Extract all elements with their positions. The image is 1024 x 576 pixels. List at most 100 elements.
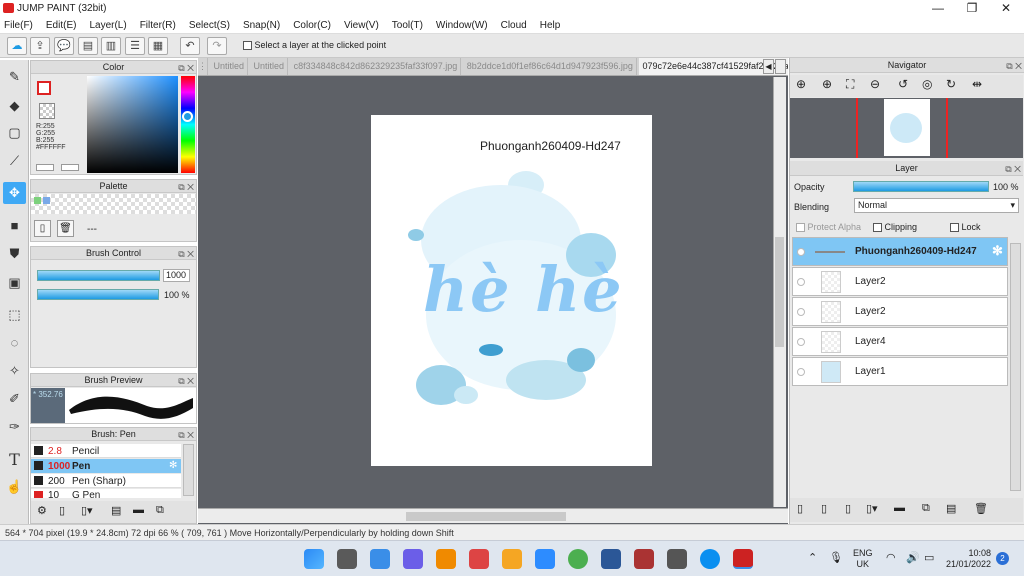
layer-visibility-icon[interactable] bbox=[797, 338, 805, 346]
select-layer-option[interactable]: Select a layer at the clicked point bbox=[243, 40, 386, 51]
photo-app-icon[interactable] bbox=[502, 549, 522, 569]
menu-select[interactable]: Select(S) bbox=[189, 20, 230, 31]
app-icon[interactable] bbox=[469, 549, 489, 569]
color-remove-button[interactable] bbox=[61, 164, 79, 171]
lock-option[interactable]: Lock bbox=[950, 222, 981, 233]
horizontal-scrollbar[interactable] bbox=[198, 508, 788, 523]
tab-untitled-2[interactable]: Untitled bbox=[251, 58, 289, 75]
panel-buttons[interactable]: ⧉ ✕ bbox=[178, 429, 194, 442]
color-add-button[interactable] bbox=[36, 164, 54, 171]
zoom-out-icon[interactable]: ⊖ bbox=[870, 77, 880, 91]
palette-swatch-green[interactable] bbox=[34, 197, 41, 204]
snip-icon[interactable] bbox=[634, 549, 654, 569]
layer-visibility-icon[interactable] bbox=[797, 278, 805, 286]
menu-color[interactable]: Color(C) bbox=[293, 20, 331, 31]
protect-alpha-option[interactable]: Protect Alpha bbox=[796, 222, 861, 233]
rotate-left-icon[interactable]: ↺ bbox=[898, 77, 908, 91]
gear-icon[interactable]: ✻ bbox=[992, 243, 1003, 259]
microphone-icon[interactable]: 🎙 bbox=[829, 551, 843, 564]
tab-next-icon[interactable] bbox=[775, 59, 786, 74]
brush-item-pen-sharp[interactable]: 200 Pen (Sharp) bbox=[31, 474, 181, 488]
trash-icon[interactable]: 🗑 bbox=[974, 502, 988, 515]
duplicate-icon[interactable]: ⧉ bbox=[156, 504, 164, 517]
magic-wand-tool-icon[interactable]: ✧ bbox=[3, 360, 26, 382]
notification-badge[interactable]: 2 bbox=[996, 552, 1009, 565]
folder-icon[interactable]: ▬ bbox=[133, 504, 144, 516]
clipping-option[interactable]: Clipping bbox=[873, 222, 917, 233]
new-layer-2-icon[interactable]: ▯ bbox=[821, 502, 827, 515]
tab-scroll-left-icon[interactable]: ⋮ bbox=[198, 58, 208, 75]
panel-buttons[interactable]: ⧉ ✕ bbox=[178, 375, 194, 388]
chat-icon[interactable]: ▤ bbox=[78, 37, 98, 55]
new-brush-icon[interactable]: ▯ bbox=[59, 504, 65, 517]
panel-buttons[interactable]: ⧉ ✕ bbox=[1006, 59, 1022, 74]
clock[interactable]: 10:08 21/01/2022 bbox=[946, 548, 991, 570]
transparent-swatch[interactable] bbox=[39, 103, 55, 119]
menu-window[interactable]: Window(W) bbox=[436, 20, 488, 31]
tab-image-8b2d[interactable]: 8b2ddce1d0f1ef86c64d1d947923f596.jpg bbox=[464, 58, 637, 75]
navigator-preview[interactable] bbox=[790, 98, 1023, 158]
layer-visibility-icon[interactable] bbox=[797, 248, 805, 256]
new-layer-3-icon[interactable]: ▯ bbox=[845, 502, 851, 515]
palette-swatch-blue[interactable] bbox=[43, 197, 50, 204]
merge-icon[interactable]: ▤ bbox=[946, 502, 956, 515]
layer-item[interactable]: Layer1 bbox=[792, 357, 1008, 386]
menu-layer[interactable]: Layer(L) bbox=[89, 20, 126, 31]
panel-buttons[interactable]: ⧉ ✕ bbox=[1005, 162, 1021, 177]
settings-list-icon[interactable]: ▦ bbox=[148, 37, 168, 55]
language-indicator[interactable]: ENG UK bbox=[853, 548, 873, 570]
protect-alpha-checkbox[interactable] bbox=[796, 223, 805, 233]
menu-cloud[interactable]: Cloud bbox=[501, 20, 527, 31]
brush-copy-icon[interactable]: ▤ bbox=[111, 504, 121, 517]
word-icon[interactable] bbox=[601, 549, 621, 569]
brush-settings-icon[interactable]: ⚙ bbox=[37, 504, 47, 517]
select-layer-checkbox[interactable] bbox=[243, 41, 252, 51]
folder-icon[interactable]: ▬ bbox=[894, 502, 905, 514]
search-icon[interactable] bbox=[337, 549, 357, 569]
menu-tool[interactable]: Tool(T) bbox=[392, 20, 423, 31]
duplicate-icon[interactable]: ⧉ bbox=[922, 502, 930, 515]
trash-icon[interactable]: 🗑 bbox=[57, 220, 74, 237]
menu-filter[interactable]: Filter(R) bbox=[140, 20, 176, 31]
clipping-checkbox[interactable] bbox=[873, 223, 882, 233]
tab-image-c8f3[interactable]: c8f334848c842d862329235faf33f097.jpg bbox=[291, 58, 462, 75]
maximize-button[interactable]: ❐ bbox=[955, 0, 989, 17]
minimize-button[interactable]: — bbox=[921, 0, 955, 17]
menu-edit[interactable]: Edit(E) bbox=[46, 20, 77, 31]
tab-untitled-1[interactable]: Untitled bbox=[211, 58, 249, 75]
gear-icon[interactable]: ✻ bbox=[169, 460, 177, 471]
jump-paint-taskbar-icon[interactable] bbox=[733, 549, 753, 569]
layer-item[interactable]: Layer2 bbox=[792, 297, 1008, 326]
page-icon[interactable]: ▥ bbox=[101, 37, 121, 55]
eraser-tool-icon[interactable]: ◆ bbox=[3, 95, 26, 117]
zoom-fit-icon[interactable]: ⊕ bbox=[796, 77, 806, 91]
panel-buttons[interactable]: ⧉ ✕ bbox=[178, 248, 194, 261]
battery-icon[interactable]: ▭ bbox=[924, 551, 934, 564]
layer-menu-icon[interactable]: ▯▾ bbox=[866, 502, 878, 515]
task-view-icon[interactable] bbox=[370, 549, 390, 569]
layer-list-scrollbar[interactable] bbox=[1010, 243, 1021, 491]
layer-item-text[interactable]: Phuonganh260409-Hd247 ✻ bbox=[792, 237, 1008, 266]
main-color-swatch[interactable] bbox=[37, 81, 51, 95]
color-picker-area[interactable] bbox=[87, 76, 178, 173]
lasso-tool-icon[interactable]: ◌ bbox=[3, 332, 26, 354]
new-palette-icon[interactable]: ▯ bbox=[34, 220, 51, 237]
line-tool-icon[interactable]: ⟋ bbox=[3, 150, 26, 172]
chrome-icon[interactable] bbox=[568, 549, 588, 569]
panel-buttons[interactable]: ⧉ ✕ bbox=[178, 62, 194, 75]
comment-icon[interactable]: 💬 bbox=[54, 37, 74, 55]
layer-item[interactable]: Layer4 bbox=[792, 327, 1008, 356]
rotate-right-icon[interactable]: ↻ bbox=[946, 77, 956, 91]
chat-icon[interactable] bbox=[403, 549, 423, 569]
select-pen-tool-icon[interactable]: ✐ bbox=[3, 388, 26, 410]
zalo-icon[interactable] bbox=[700, 549, 720, 569]
zoom-in-icon[interactable]: ⊕ bbox=[822, 77, 832, 91]
undo-icon[interactable]: ↶ bbox=[180, 37, 200, 55]
brush-item-g-pen[interactable]: 10 G Pen bbox=[31, 489, 181, 498]
menu-view[interactable]: View(V) bbox=[344, 20, 379, 31]
fit-window-icon[interactable]: ⛶ bbox=[846, 77, 854, 92]
list-icon[interactable]: ☰ bbox=[125, 37, 145, 55]
fill-rect-tool-icon[interactable]: ■ bbox=[3, 215, 26, 237]
bucket-tool-icon[interactable]: ⛊ bbox=[3, 243, 26, 265]
menu-file[interactable]: File(F) bbox=[4, 20, 33, 31]
